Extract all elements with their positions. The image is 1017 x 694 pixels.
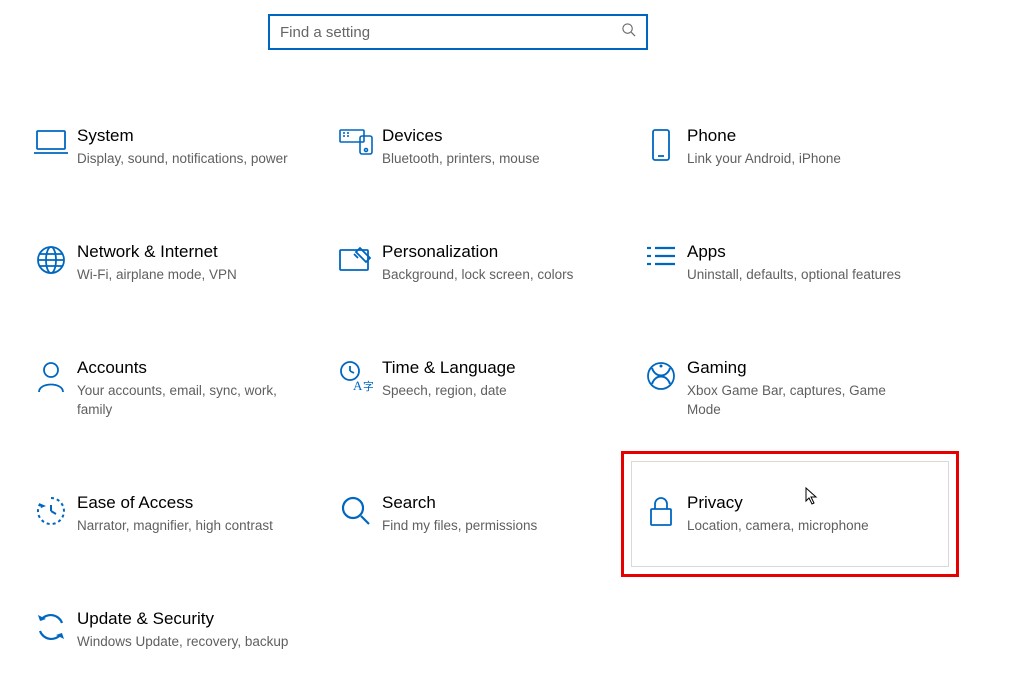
network-icon — [25, 242, 77, 276]
update-security-icon — [25, 609, 77, 643]
tile-title: Gaming — [687, 358, 916, 378]
phone-icon — [635, 126, 687, 162]
tile-sub: Find my files, permissions — [382, 517, 537, 535]
tile-time-language[interactable]: A 字 Time & Language Speech, region, date — [330, 352, 635, 424]
tile-accounts[interactable]: Accounts Your accounts, email, sync, wor… — [25, 352, 330, 424]
tile-title: Accounts — [77, 358, 306, 378]
tile-search[interactable]: Search Find my files, permissions — [330, 487, 635, 541]
search-box[interactable] — [268, 14, 648, 50]
tile-sub: Bluetooth, printers, mouse — [382, 150, 540, 168]
tile-title: Network & Internet — [77, 242, 237, 262]
tile-gaming[interactable]: Gaming Xbox Game Bar, captures, Game Mod… — [635, 352, 940, 424]
tile-title: Personalization — [382, 242, 573, 262]
tile-sub: Uninstall, defaults, optional features — [687, 266, 901, 284]
apps-icon — [635, 242, 687, 272]
tile-sub: Narrator, magnifier, high contrast — [77, 517, 273, 535]
tile-title: Privacy — [687, 493, 869, 513]
accounts-icon — [25, 358, 77, 394]
tile-title: Apps — [687, 242, 901, 262]
tile-update-security[interactable]: Update & Security Windows Update, recove… — [25, 603, 330, 657]
tile-sub: Windows Update, recovery, backup — [77, 633, 288, 651]
tile-title: Phone — [687, 126, 841, 146]
tile-title: Ease of Access — [77, 493, 273, 513]
system-icon — [25, 126, 77, 156]
tile-sub: Display, sound, notifications, power — [77, 150, 288, 168]
privacy-icon — [635, 493, 687, 529]
search-icon — [621, 22, 636, 42]
tile-title: Devices — [382, 126, 540, 146]
tile-devices[interactable]: Devices Bluetooth, printers, mouse — [330, 120, 635, 174]
tile-apps[interactable]: Apps Uninstall, defaults, optional featu… — [635, 236, 940, 290]
tile-privacy[interactable]: Privacy Location, camera, microphone — [635, 487, 940, 541]
search-input[interactable] — [280, 24, 621, 41]
tile-sub: Xbox Game Bar, captures, Game Mode — [687, 382, 916, 418]
tile-sub: Wi-Fi, airplane mode, VPN — [77, 266, 237, 284]
time-language-icon: A 字 — [330, 358, 382, 392]
personalization-icon — [330, 242, 382, 274]
settings-grid: System Display, sound, notifications, po… — [0, 50, 1017, 657]
devices-icon — [330, 126, 382, 158]
tile-title: System — [77, 126, 288, 146]
svg-text:字: 字 — [363, 379, 373, 392]
tile-title: Update & Security — [77, 609, 288, 629]
tile-sub: Speech, region, date — [382, 382, 516, 400]
search-category-icon — [330, 493, 382, 527]
tile-title: Time & Language — [382, 358, 516, 378]
tile-sub: Location, camera, microphone — [687, 517, 869, 535]
svg-text:A: A — [353, 378, 363, 392]
tile-ease-of-access[interactable]: Ease of Access Narrator, magnifier, high… — [25, 487, 330, 541]
tile-sub: Link your Android, iPhone — [687, 150, 841, 168]
tile-sub: Your accounts, email, sync, work, family — [77, 382, 306, 418]
tile-sub: Background, lock screen, colors — [382, 266, 573, 284]
tile-title: Search — [382, 493, 537, 513]
ease-of-access-icon — [25, 493, 77, 527]
tile-personalization[interactable]: Personalization Background, lock screen,… — [330, 236, 635, 290]
tile-phone[interactable]: Phone Link your Android, iPhone — [635, 120, 940, 174]
tile-network[interactable]: Network & Internet Wi-Fi, airplane mode,… — [25, 236, 330, 290]
gaming-icon — [635, 358, 687, 392]
tile-system[interactable]: System Display, sound, notifications, po… — [25, 120, 330, 174]
